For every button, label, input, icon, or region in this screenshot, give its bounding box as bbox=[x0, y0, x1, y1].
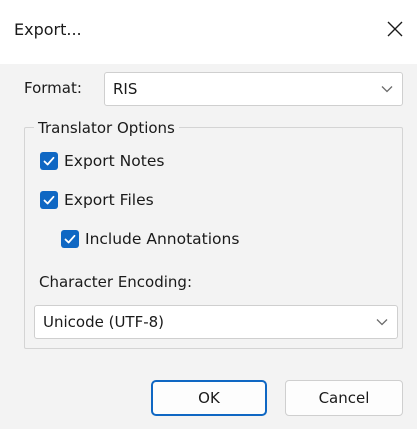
include-annotations-label[interactable]: Include Annotations bbox=[85, 230, 239, 248]
export-files-option[interactable]: Export Files bbox=[40, 190, 154, 210]
export-notes-label[interactable]: Export Notes bbox=[64, 152, 164, 170]
chevron-down-icon bbox=[375, 317, 389, 327]
character-encoding-value: Unicode (UTF-8) bbox=[43, 313, 165, 331]
cancel-button[interactable]: Cancel bbox=[285, 380, 403, 416]
translator-options-legend: Translator Options bbox=[34, 119, 179, 137]
format-select-value: RIS bbox=[113, 80, 138, 98]
character-encoding-label: Character Encoding: bbox=[39, 273, 193, 291]
export-files-checkbox[interactable] bbox=[40, 191, 58, 209]
checkmark-icon bbox=[43, 156, 55, 166]
checkmark-icon bbox=[43, 195, 55, 205]
chevron-down-icon bbox=[380, 84, 394, 94]
checkmark-icon bbox=[64, 234, 76, 244]
export-files-label[interactable]: Export Files bbox=[64, 191, 154, 209]
ok-button[interactable]: OK bbox=[151, 380, 267, 416]
export-notes-checkbox[interactable] bbox=[40, 152, 58, 170]
export-dialog: Export... Format: RIS Translator Options… bbox=[0, 0, 417, 429]
title-bar: Export... bbox=[0, 0, 417, 64]
format-label: Format: bbox=[24, 79, 82, 97]
dialog-title: Export... bbox=[14, 20, 82, 39]
export-notes-option[interactable]: Export Notes bbox=[40, 151, 164, 171]
include-annotations-option[interactable]: Include Annotations bbox=[61, 229, 239, 249]
character-encoding-select[interactable]: Unicode (UTF-8) bbox=[34, 305, 398, 339]
format-select[interactable]: RIS bbox=[104, 72, 403, 106]
include-annotations-checkbox[interactable] bbox=[61, 230, 79, 248]
close-icon[interactable] bbox=[380, 14, 410, 44]
